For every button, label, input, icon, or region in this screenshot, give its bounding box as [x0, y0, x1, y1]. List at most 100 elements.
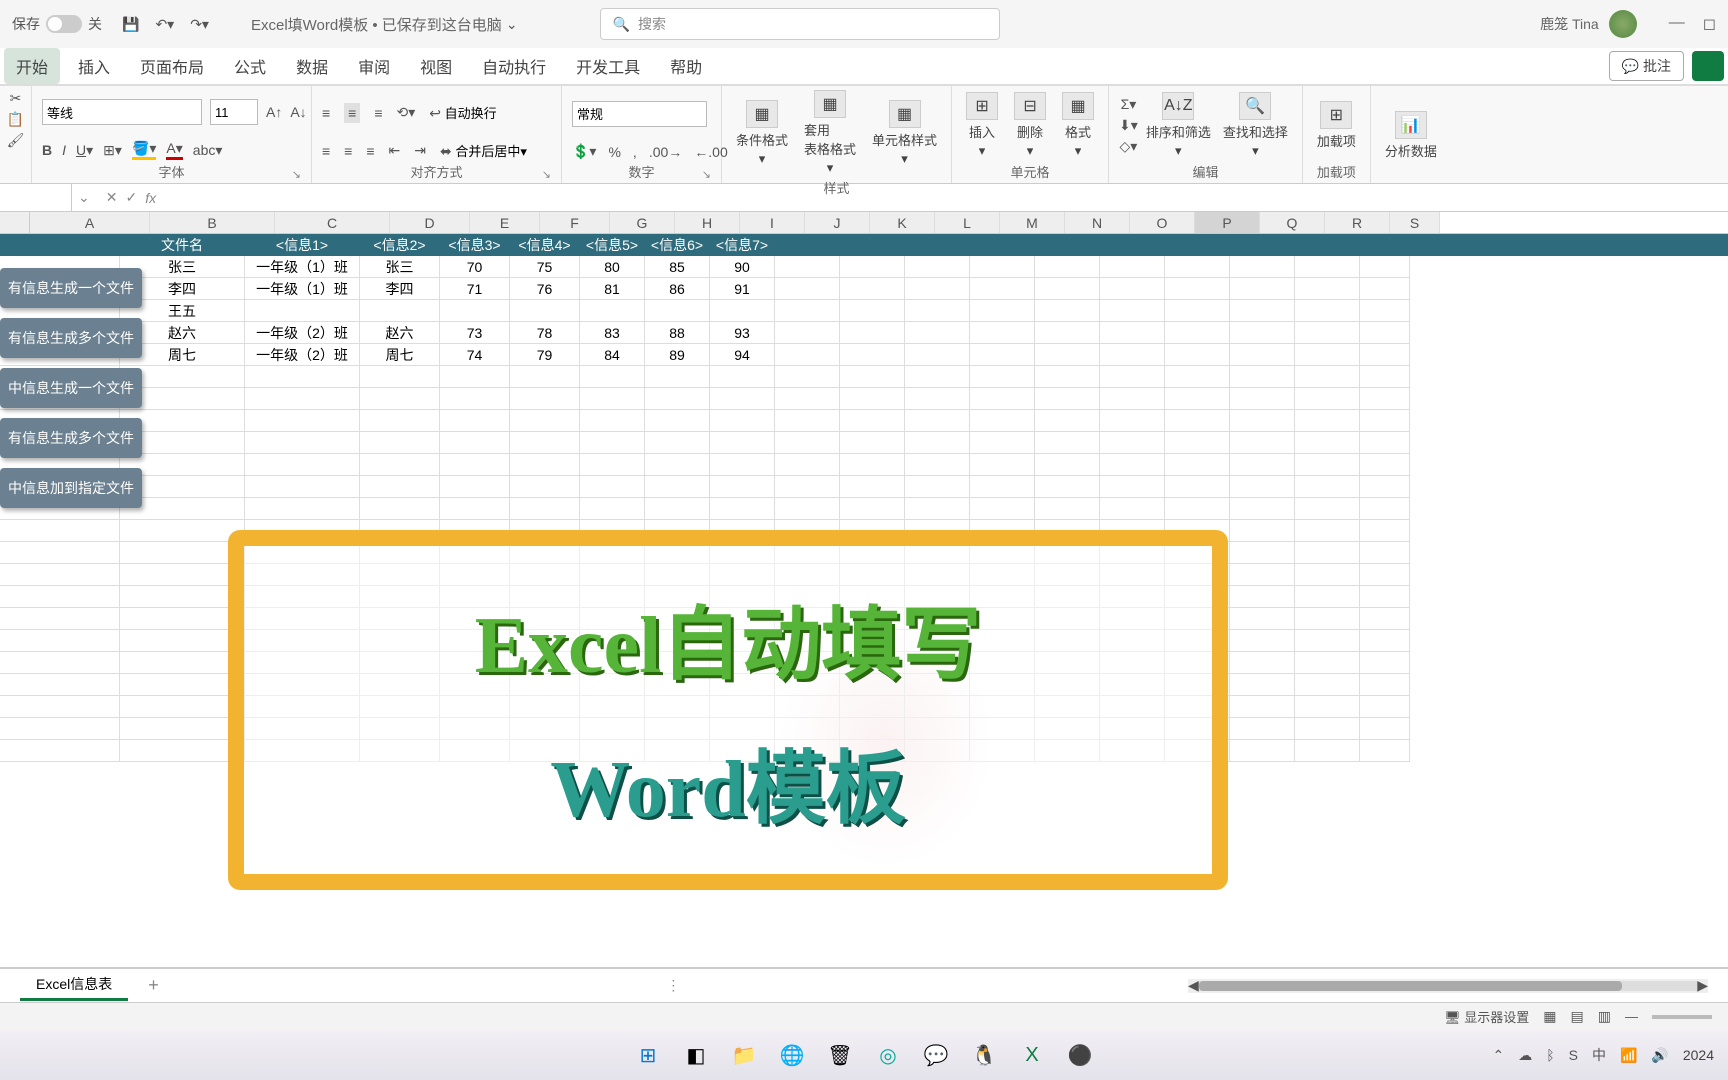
cell[interactable]	[1230, 630, 1295, 652]
cell[interactable]	[1100, 322, 1165, 344]
currency-icon[interactable]: 💲▾	[572, 143, 596, 160]
cell[interactable]	[1035, 410, 1100, 432]
align-middle-icon[interactable]: ≡	[344, 103, 360, 123]
analyze-data-button[interactable]: 📊分析数据	[1381, 111, 1441, 160]
cell[interactable]	[645, 388, 710, 410]
cell[interactable]	[775, 344, 840, 366]
cell[interactable]	[1295, 608, 1360, 630]
start-button[interactable]: ⊞	[630, 1037, 666, 1073]
cell[interactable]	[1295, 740, 1360, 762]
cell[interactable]	[360, 476, 440, 498]
col-header[interactable]: G	[610, 212, 675, 233]
cell[interactable]	[1360, 278, 1410, 300]
cell[interactable]	[1165, 366, 1230, 388]
cell[interactable]: 赵六	[360, 322, 440, 344]
cell[interactable]	[580, 388, 645, 410]
cell[interactable]: 一年级（1）班	[245, 278, 360, 300]
cell[interactable]	[0, 696, 120, 718]
col-header[interactable]: C	[275, 212, 390, 233]
qq-icon[interactable]: 🐧	[966, 1037, 1002, 1073]
cell[interactable]	[1230, 344, 1295, 366]
cell[interactable]	[580, 410, 645, 432]
cell[interactable]	[905, 498, 970, 520]
ime-mode-icon[interactable]: 中	[1592, 1045, 1606, 1065]
cell[interactable]	[1295, 388, 1360, 410]
cell[interactable]: <信息7>	[710, 234, 775, 256]
cell[interactable]	[0, 718, 120, 740]
namebox-dropdown-icon[interactable]: ⌄	[72, 189, 96, 206]
cell[interactable]	[775, 278, 840, 300]
normal-view-icon[interactable]: ▦	[1543, 1008, 1556, 1025]
cell[interactable]	[905, 256, 970, 278]
cell[interactable]	[1360, 718, 1410, 740]
cell[interactable]	[580, 476, 645, 498]
cell[interactable]	[1230, 432, 1295, 454]
cell[interactable]	[1035, 476, 1100, 498]
cell[interactable]: 李四	[360, 278, 440, 300]
merge-center-button[interactable]: ⬌ 合并后居中▾	[440, 141, 527, 160]
cell[interactable]	[1100, 300, 1165, 322]
cell[interactable]: <信息4>	[510, 234, 580, 256]
cell[interactable]	[1295, 652, 1360, 674]
cell[interactable]	[1230, 454, 1295, 476]
cell[interactable]	[840, 344, 905, 366]
taskbar-date[interactable]: 2024	[1683, 1047, 1714, 1063]
cell[interactable]	[0, 674, 120, 696]
col-header[interactable]: J	[805, 212, 870, 233]
cell[interactable]	[440, 300, 510, 322]
cell[interactable]	[245, 476, 360, 498]
cell[interactable]	[710, 498, 775, 520]
cell[interactable]	[1295, 366, 1360, 388]
cell[interactable]	[1100, 234, 1165, 256]
cell[interactable]	[1295, 300, 1360, 322]
cell[interactable]	[360, 366, 440, 388]
cell[interactable]	[840, 388, 905, 410]
cell[interactable]	[710, 432, 775, 454]
cell[interactable]	[1295, 432, 1360, 454]
col-header[interactable]: F	[540, 212, 610, 233]
cell[interactable]	[360, 432, 440, 454]
cell[interactable]	[1230, 586, 1295, 608]
increase-decimal-icon[interactable]: .00→	[649, 144, 682, 160]
cell[interactable]	[245, 388, 360, 410]
cell[interactable]	[120, 608, 245, 630]
cell[interactable]	[1295, 630, 1360, 652]
cell[interactable]	[1230, 300, 1295, 322]
format-button[interactable]: ▦格式▾	[1058, 92, 1098, 159]
cell[interactable]	[1360, 586, 1410, 608]
cell[interactable]	[440, 498, 510, 520]
cell[interactable]	[905, 366, 970, 388]
cell[interactable]	[1035, 278, 1100, 300]
bold-icon[interactable]: B	[42, 142, 52, 158]
cell[interactable]	[1360, 366, 1410, 388]
cell[interactable]	[1230, 234, 1295, 256]
display-settings-button[interactable]: 🖥 显示器设置	[1444, 1007, 1529, 1026]
cell[interactable]	[710, 388, 775, 410]
cell[interactable]	[1360, 630, 1410, 652]
cell[interactable]	[120, 542, 245, 564]
cell[interactable]	[710, 476, 775, 498]
cell[interactable]	[245, 410, 360, 432]
side-button[interactable]: 有信息生成多个文件	[0, 418, 142, 458]
cell[interactable]	[775, 366, 840, 388]
border-icon[interactable]: ⊞▾	[103, 142, 122, 159]
cell[interactable]: 74	[440, 344, 510, 366]
cell[interactable]	[510, 498, 580, 520]
spreadsheet-grid[interactable]: A B C D E F G H I J K L M N O P Q R S 文件…	[0, 212, 1728, 968]
minimize-icon[interactable]: —	[1669, 14, 1685, 34]
cell[interactable]	[1230, 674, 1295, 696]
cell[interactable]	[1360, 520, 1410, 542]
cell[interactable]	[440, 410, 510, 432]
cell[interactable]	[1360, 498, 1410, 520]
cancel-formula-icon[interactable]: ✕	[106, 189, 118, 206]
sheet-tab[interactable]: Excel信息表	[20, 970, 128, 1001]
cell[interactable]	[510, 366, 580, 388]
cell[interactable]	[120, 586, 245, 608]
cut-icon[interactable]: ✂	[10, 90, 22, 107]
cell[interactable]	[1360, 652, 1410, 674]
cell[interactable]: 84	[580, 344, 645, 366]
wechat-icon[interactable]: 💬	[918, 1037, 954, 1073]
cell[interactable]	[245, 366, 360, 388]
cell[interactable]	[1035, 454, 1100, 476]
cell[interactable]	[710, 366, 775, 388]
